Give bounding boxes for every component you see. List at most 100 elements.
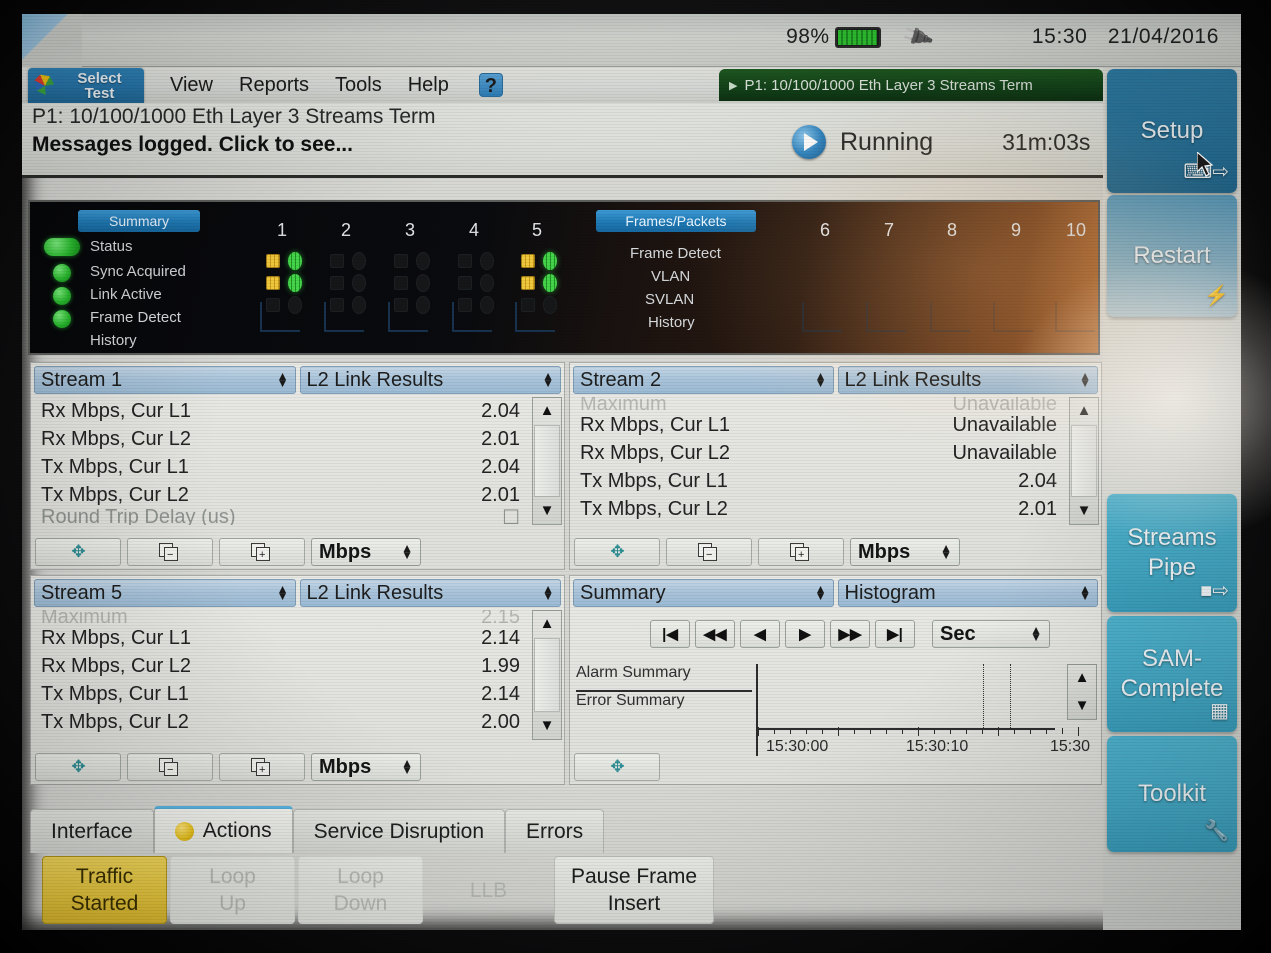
- histogram-scrollbar[interactable]: ▲ ▼: [1067, 664, 1097, 720]
- move-pane-button[interactable]: ✥: [35, 538, 121, 566]
- menu-item-help[interactable]: Help: [408, 74, 449, 97]
- pane-stream-1-view-select[interactable]: L2 Link Results ▲ ▼: [299, 366, 561, 394]
- pane-stream-5-view-select[interactable]: L2 Link Results ▲ ▼: [299, 579, 561, 607]
- tab-service-disruption[interactable]: Service Disruption: [292, 809, 505, 853]
- move-pane-button[interactable]: ✥: [574, 538, 660, 566]
- menu-item-reports[interactable]: Reports: [239, 74, 309, 97]
- table-row[interactable]: Rx Mbps, Cur L2 Unavailable: [570, 439, 1067, 467]
- scroll-up-icon[interactable]: ▲: [533, 611, 561, 637]
- sidebar-button-setup[interactable]: Setup ⌨⇨: [1107, 69, 1237, 193]
- pane-histogram-source-select[interactable]: Summary ▲ ▼: [573, 579, 834, 607]
- table-row[interactable]: Rx Mbps, Cur L2 2.01: [31, 425, 530, 453]
- scroll-thumb[interactable]: [534, 638, 560, 712]
- sidebar-button-restart[interactable]: Restart ⚡: [1107, 195, 1237, 317]
- pane-stream-1-source-select[interactable]: Stream 1 ▲ ▼: [34, 366, 296, 394]
- table-row[interactable]: Rx Mbps, Cur L1 2.14: [31, 624, 530, 652]
- toolkit-tools-icon: 🔧: [1204, 820, 1229, 842]
- row-collapse-icon[interactable]: ☐: [502, 509, 520, 525]
- loop-down-button[interactable]: Loop Down: [298, 856, 423, 924]
- pane-stream-5-unit-select[interactable]: Mbps ▲ ▼: [311, 753, 421, 781]
- menu-item-view[interactable]: View: [170, 74, 213, 97]
- pane-histogram-view-select[interactable]: Histogram ▲ ▼: [837, 579, 1098, 607]
- loop-up-button[interactable]: Loop Up: [170, 856, 295, 924]
- table-row[interactable]: Tx Mbps, Cur L1 2.14: [31, 680, 530, 708]
- fast-forward-button[interactable]: ▶▶: [830, 620, 870, 648]
- legend-history[interactable]: History: [90, 332, 137, 349]
- tab-actions[interactable]: Actions: [153, 806, 293, 853]
- play-circle-icon[interactable]: [792, 125, 826, 159]
- step-forward-button[interactable]: ▶: [785, 620, 825, 648]
- menu-items: View Reports Tools Help ?: [144, 67, 503, 103]
- chevron-updown-icon: ▲ ▼: [401, 756, 413, 777]
- table-row[interactable]: Tx Mbps, Cur L2 2.00: [31, 708, 530, 736]
- message-log-link[interactable]: Messages logged. Click to see...: [32, 133, 353, 157]
- histogram-row-error-summary[interactable]: Error Summary: [576, 692, 752, 718]
- jump-last-button[interactable]: ▶|: [875, 620, 915, 648]
- step-back-button[interactable]: ◀: [740, 620, 780, 648]
- pane-stream-5-source-select[interactable]: Stream 5 ▲ ▼: [34, 579, 296, 607]
- pane-stream-2-unit-select[interactable]: Mbps ▲ ▼: [850, 538, 960, 566]
- scroll-up-icon[interactable]: ▲: [533, 398, 561, 424]
- scroll-up-icon[interactable]: ▲: [1068, 665, 1096, 691]
- pane-stream-2-scrollbar[interactable]: ▲ ▼: [1069, 397, 1099, 525]
- legend-history-right[interactable]: History: [648, 314, 695, 331]
- pane-stream-5-scrollbar[interactable]: ▲ ▼: [532, 610, 562, 740]
- menu-item-tools[interactable]: Tools: [335, 74, 382, 97]
- scroll-thumb[interactable]: [1071, 425, 1097, 497]
- active-test-tab[interactable]: ▶ P1: 10/100/1000 Eth Layer 3 Streams Te…: [719, 69, 1103, 101]
- jump-first-button[interactable]: |◀: [650, 620, 690, 648]
- tab-errors[interactable]: Errors: [505, 809, 605, 853]
- frames-packets-section-button[interactable]: Frames/Packets: [596, 210, 756, 232]
- pane-stream-2-header: Stream 2 ▲ ▼ L2 Link Results ▲ ▼: [570, 363, 1101, 397]
- table-row-partial[interactable]: Maximum Unavailable: [570, 397, 1067, 411]
- histogram-interval-select[interactable]: Sec ▲ ▼: [932, 620, 1050, 648]
- select-test-button[interactable]: Select Test: [28, 68, 144, 103]
- table-row[interactable]: Rx Mbps, Cur L1 Unavailable: [570, 411, 1067, 439]
- remove-pane-button[interactable]: −: [666, 538, 752, 566]
- help-question-icon[interactable]: ?: [478, 73, 503, 97]
- table-row[interactable]: Rx Mbps, Cur L1 2.04: [31, 397, 530, 425]
- histogram-row-alarm-summary[interactable]: Alarm Summary: [576, 664, 752, 690]
- pause-frame-insert-button[interactable]: Pause Frame Insert: [554, 856, 714, 924]
- table-row[interactable]: Tx Mbps, Cur L1 2.04: [31, 453, 530, 481]
- remove-pane-button[interactable]: −: [127, 538, 213, 566]
- llb-button[interactable]: LLB: [426, 856, 551, 924]
- remove-pane-icon: −: [159, 543, 181, 561]
- table-row-partial[interactable]: Maximum 2.15: [31, 610, 530, 624]
- table-row[interactable]: Rx Mbps, Cur L2 1.99: [31, 652, 530, 680]
- scroll-up-icon[interactable]: ▲: [1070, 398, 1098, 424]
- pane-stream-1-unit-select[interactable]: Mbps ▲ ▼: [311, 538, 421, 566]
- row-label: Tx Mbps, Cur L1: [41, 455, 189, 478]
- table-row-partial[interactable]: Round Trip Delay (us) ☐: [31, 509, 530, 525]
- table-row[interactable]: Tx Mbps, Cur L2 2.01: [570, 495, 1067, 523]
- table-row[interactable]: Tx Mbps, Cur L2 2.01: [31, 481, 530, 509]
- sidebar-button-toolkit[interactable]: Toolkit 🔧: [1107, 736, 1237, 852]
- remove-pane-button[interactable]: −: [127, 753, 213, 781]
- move-pane-button[interactable]: ✥: [35, 753, 121, 781]
- scroll-down-icon[interactable]: ▼: [1070, 498, 1098, 524]
- pane-stream-2-view-select[interactable]: L2 Link Results ▲ ▼: [837, 366, 1098, 394]
- scroll-thumb[interactable]: [534, 425, 560, 497]
- add-pane-icon: +: [251, 543, 273, 561]
- add-pane-button[interactable]: +: [219, 753, 305, 781]
- rewind-button[interactable]: ◀◀: [695, 620, 735, 648]
- traffic-started-button[interactable]: Traffic Started: [42, 856, 167, 924]
- pane-stream-1-footer: ✥ − + Mbps ▲ ▼: [35, 538, 421, 566]
- table-row[interactable]: Tx Mbps, Cur L1 2.04: [570, 467, 1067, 495]
- sidebar-button-sam-complete[interactable]: SAM- Complete ▦: [1107, 616, 1237, 732]
- remove-pane-icon: −: [698, 543, 720, 561]
- remove-pane-icon: −: [159, 758, 181, 776]
- scroll-down-icon[interactable]: ▼: [533, 498, 561, 524]
- tab-interface[interactable]: Interface: [30, 809, 154, 853]
- summary-section-button[interactable]: Summary: [78, 210, 200, 232]
- axis-tick-label-1: 15:30:10: [906, 738, 969, 755]
- move-pane-button[interactable]: ✥: [574, 753, 660, 781]
- sidebar-button-streams-pipe[interactable]: Streams Pipe ■⇨: [1107, 494, 1237, 612]
- pane-stream-1-scrollbar[interactable]: ▲ ▼: [532, 397, 562, 525]
- add-pane-button[interactable]: +: [219, 538, 305, 566]
- pane-stream-2-source-select[interactable]: Stream 2 ▲ ▼: [573, 366, 834, 394]
- chevron-right-icon: ▶: [729, 79, 738, 92]
- scroll-down-icon[interactable]: ▼: [1068, 693, 1096, 719]
- add-pane-button[interactable]: +: [758, 538, 844, 566]
- scroll-down-icon[interactable]: ▼: [533, 713, 561, 739]
